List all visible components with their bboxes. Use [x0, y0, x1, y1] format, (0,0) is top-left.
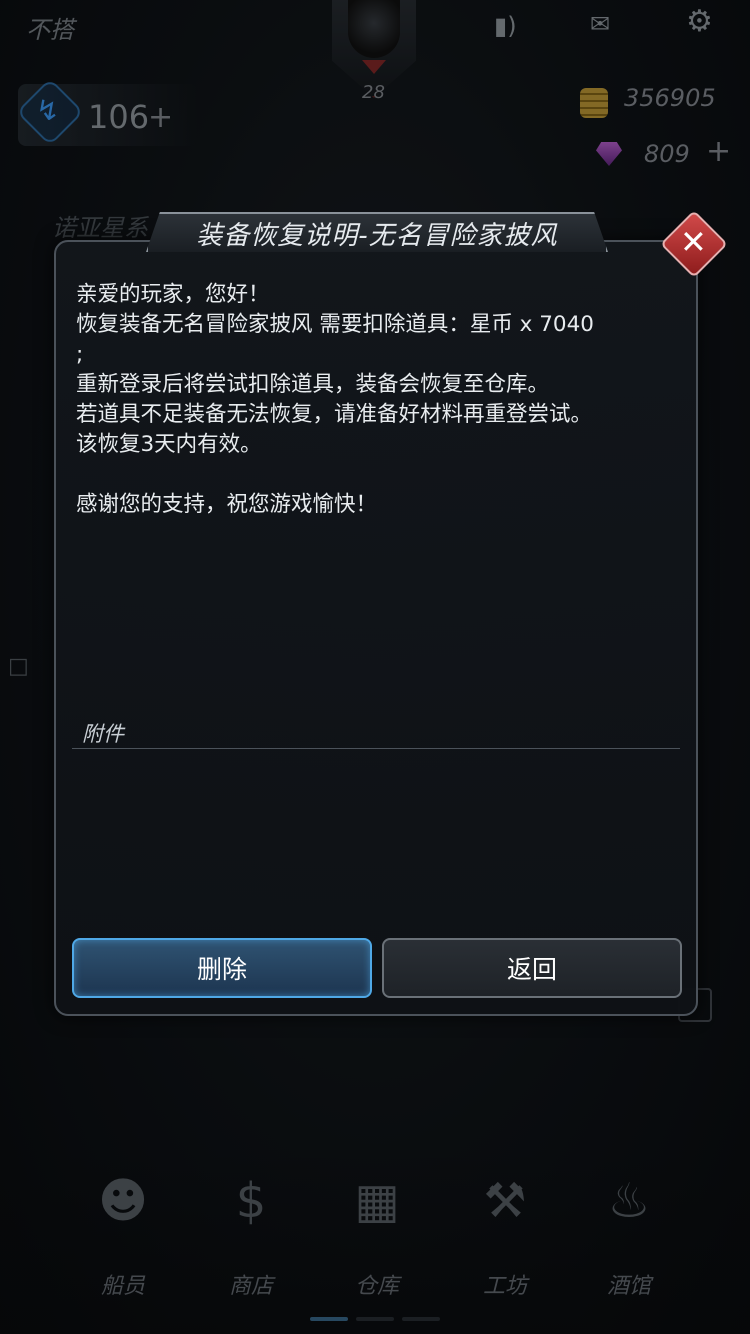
- message-body: 亲爱的玩家，您好！ 恢复装备无名冒险家披风 需要扣除道具：星币 x 7040 ;…: [76, 282, 594, 517]
- back-button[interactable]: 返回: [382, 938, 682, 998]
- dialog-title-tab: 装备恢复说明-无名冒险家披风: [146, 212, 608, 252]
- dialog-title: 装备恢复说明-无名冒险家披风: [196, 220, 558, 251]
- divider: [72, 748, 680, 749]
- close-icon[interactable]: ✕: [680, 222, 707, 262]
- delete-button[interactable]: 删除: [72, 938, 372, 998]
- attachments-label: 附件: [82, 722, 124, 746]
